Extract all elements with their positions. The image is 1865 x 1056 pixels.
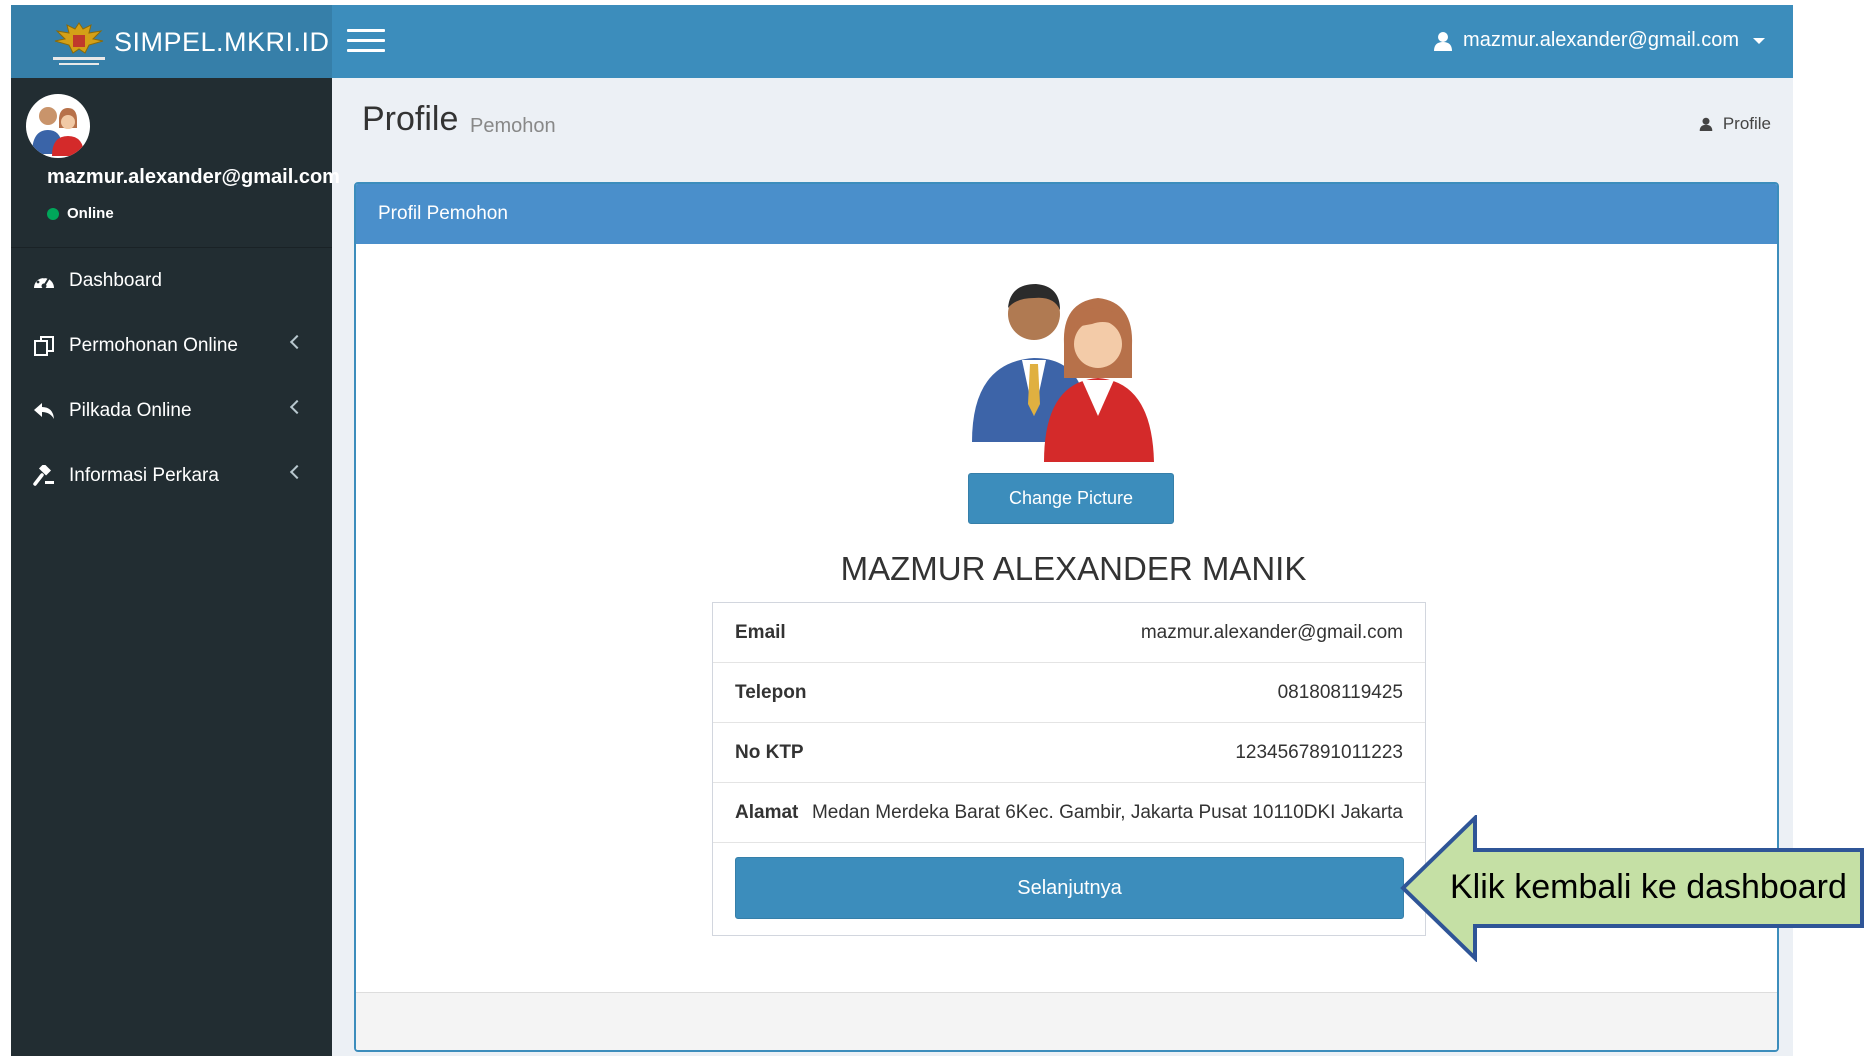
callout-text: Klik kembali ke dashboard xyxy=(1450,868,1847,906)
selanjutnya-button[interactable]: Selanjutnya xyxy=(735,857,1404,919)
box-footer xyxy=(356,992,1777,1050)
top-navbar: SIMPEL.MKRI.ID mazmur.alexander@gmail.co… xyxy=(11,5,1793,78)
menu-bar xyxy=(347,39,385,42)
box-header: Profil Pemohon xyxy=(356,184,1777,244)
sidebar-item-label: Pilkada Online xyxy=(69,399,192,421)
sidebar-menu: Dashboard Permohonan Online Pilkada Onli… xyxy=(11,248,332,508)
user-email: mazmur.alexander@gmail.com xyxy=(1463,29,1739,51)
gavel-icon xyxy=(31,463,57,489)
users-avatar-icon xyxy=(32,107,84,156)
page-title: Profile xyxy=(362,100,459,138)
sidebar-item-permohonan-online[interactable]: Permohonan Online xyxy=(11,313,332,378)
info-label: Telepon xyxy=(735,681,807,703)
info-value: mazmur.alexander@gmail.com xyxy=(1140,621,1403,643)
sidebar-item-label: Permohonan Online xyxy=(69,334,238,356)
copy-icon xyxy=(31,333,57,359)
chevron-left-icon xyxy=(289,334,305,350)
profile-info-list: Email mazmur.alexander@gmail.com Telepon… xyxy=(712,602,1426,936)
chevron-left-icon xyxy=(289,399,305,415)
chevron-left-icon xyxy=(289,464,305,480)
sidebar-item-pilkada-online[interactable]: Pilkada Online xyxy=(11,378,332,443)
menu-bar xyxy=(347,29,385,32)
breadcrumb-label: Profile xyxy=(1722,114,1771,133)
sidebar: mazmur.alexander@gmail.com Online Dashbo… xyxy=(11,78,340,1056)
info-label: No KTP xyxy=(735,741,804,763)
sidebar-toggle-button[interactable] xyxy=(347,29,385,55)
info-row-telepon: Telepon 081808119425 xyxy=(713,663,1425,723)
menu-bar xyxy=(347,49,385,52)
caret-down-icon xyxy=(1753,37,1765,44)
info-label: Alamat xyxy=(735,801,799,823)
brand-name: SIMPEL.MKRI.ID xyxy=(114,27,330,57)
status-label: Online xyxy=(67,205,114,222)
info-value: 081808119425 xyxy=(1277,681,1403,703)
info-row-no-ktp: No KTP 1234567891011223 xyxy=(713,723,1425,783)
sidebar-item-dashboard[interactable]: Dashboard xyxy=(11,248,332,313)
info-row-email: Email mazmur.alexander@gmail.com xyxy=(713,603,1425,663)
sidebar-item-informasi-perkara[interactable]: Informasi Perkara xyxy=(11,443,332,508)
logo[interactable]: SIMPEL.MKRI.ID xyxy=(11,5,332,78)
reply-icon xyxy=(31,398,57,424)
profile-name: MAZMUR ALEXANDER MANIK xyxy=(840,550,1307,587)
info-value: Medan Merdeka Barat 6Kec. Gambir, Jakart… xyxy=(811,801,1403,823)
user-icon xyxy=(1434,31,1453,51)
info-row-alamat: Alamat Medan Merdeka Barat 6Kec. Gambir,… xyxy=(713,783,1425,843)
dashboard-icon xyxy=(31,268,57,294)
page-subtitle: Pemohon xyxy=(470,115,556,137)
sidebar-item-label: Informasi Perkara xyxy=(69,464,219,486)
online-status: Online xyxy=(47,205,114,222)
info-label: Email xyxy=(735,621,786,643)
breadcrumb[interactable]: Profile xyxy=(1699,114,1771,134)
garuda-emblem-icon xyxy=(53,22,105,65)
sidebar-item-label: Dashboard xyxy=(69,269,162,291)
user-menu-dropdown[interactable]: mazmur.alexander@gmail.com xyxy=(1433,29,1765,52)
avatar xyxy=(26,94,90,158)
change-picture-button[interactable]: Change Picture xyxy=(968,473,1174,524)
sidebar-user-email: mazmur.alexander@gmail.com xyxy=(47,166,340,188)
profile-picture xyxy=(972,284,1154,462)
user-panel: mazmur.alexander@gmail.com Online xyxy=(11,78,340,248)
user-icon xyxy=(1699,117,1713,131)
info-value: 1234567891011223 xyxy=(1235,741,1403,763)
status-dot-icon xyxy=(47,207,59,220)
